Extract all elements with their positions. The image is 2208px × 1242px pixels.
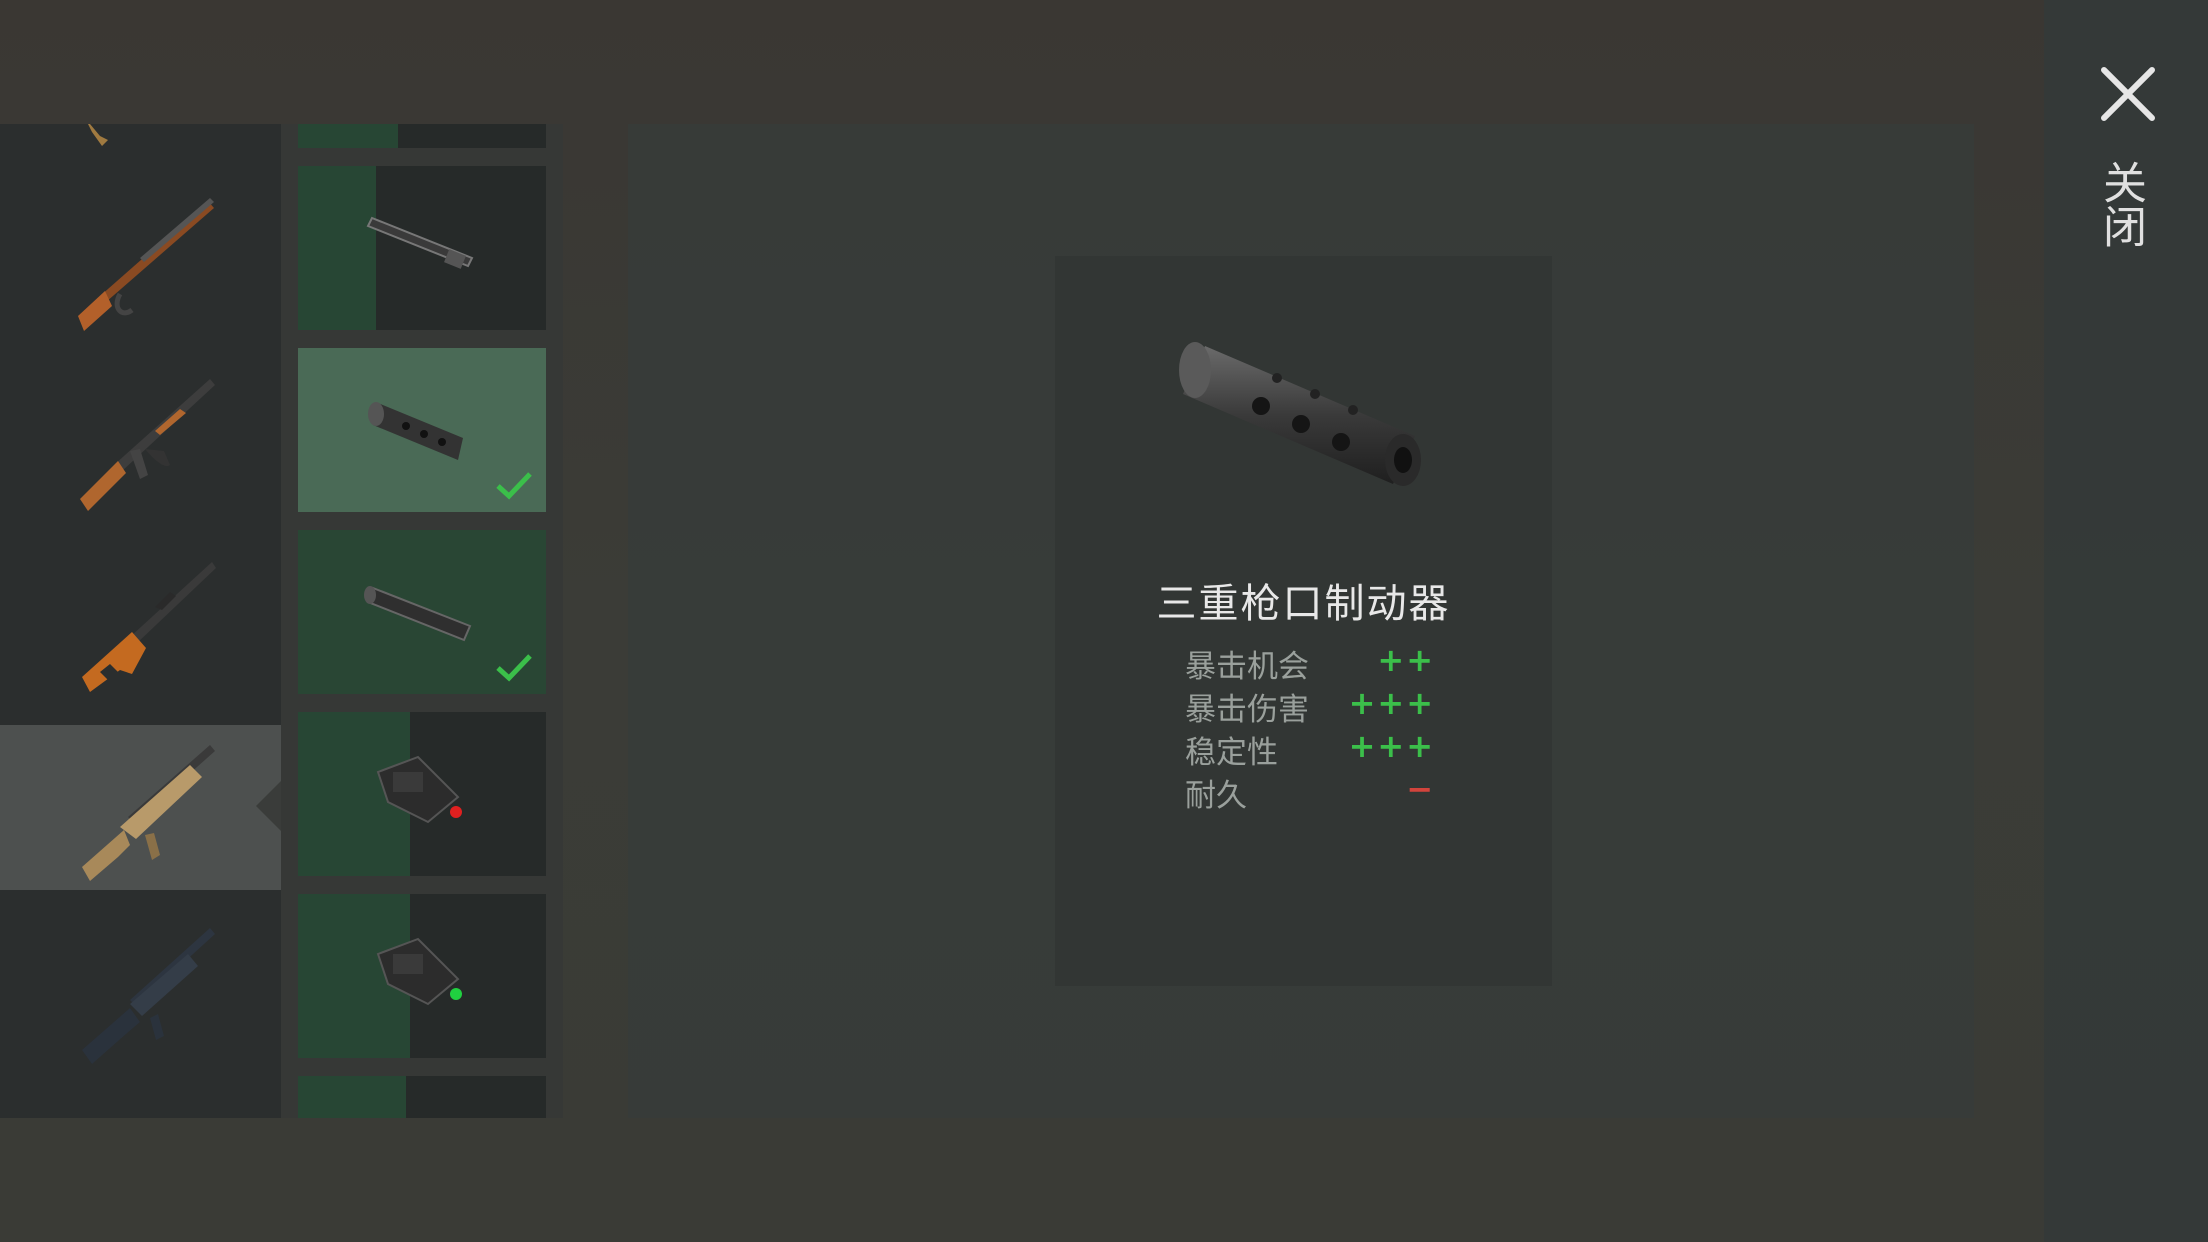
attachment-slot-barrel-rod[interactable] — [298, 166, 546, 330]
barrel-rod-icon — [366, 216, 474, 269]
weapon-slot-lever-action[interactable] — [0, 176, 281, 341]
attachment-slot-suppressor[interactable] — [298, 530, 546, 694]
weapon-slot-m16[interactable] — [0, 908, 281, 1073]
stat-row-stability: 稳定性 +++ — [1185, 727, 1435, 771]
stat-row-durability: 耐久 − — [1185, 770, 1435, 814]
suppressor-icon — [364, 586, 472, 642]
equipped-check-icon — [496, 472, 532, 500]
stat-label: 暴击机会 — [1185, 649, 1309, 685]
stat-value: +++ — [1348, 727, 1435, 765]
triple-muzzle-brake-image — [1179, 342, 1421, 486]
attachment-detail-card: 三重枪口制动器 暴击机会 ++ 暴击伤害 +++ 稳定性 +++ 耐久 − — [1055, 256, 1552, 986]
stat-label: 稳定性 — [1185, 735, 1278, 771]
equipped-check-icon — [496, 654, 532, 682]
selection-pointer — [256, 780, 282, 832]
attachment-list[interactable] — [281, 124, 563, 1118]
sniper-rifle-icon — [82, 562, 216, 692]
stat-label: 耐久 — [1185, 778, 1247, 814]
weapon-slot-scar[interactable] — [0, 725, 281, 890]
attachment-slot-red-laser[interactable] — [298, 712, 546, 876]
green-laser-sight-icon — [376, 937, 462, 1006]
stat-value: ++ — [1377, 641, 1435, 679]
stat-value: +++ — [1348, 684, 1435, 722]
attachment-slot-partial-bottom — [298, 1076, 546, 1118]
attachment-stats: 暴击机会 ++ 暴击伤害 +++ 稳定性 +++ 耐久 − — [1185, 641, 1435, 814]
stat-row-crit-damage: 暴击伤害 +++ — [1185, 684, 1435, 728]
weapon-partial-icon — [88, 124, 108, 146]
ak47-rifle-icon — [80, 379, 215, 511]
stat-row-crit-chance: 暴击机会 ++ — [1185, 641, 1435, 685]
scar-rifle-icon — [82, 745, 215, 881]
lever-action-rifle-icon — [78, 198, 214, 331]
weapon-slot-sniper[interactable] — [0, 542, 281, 707]
red-laser-sight-icon — [376, 755, 462, 824]
stat-value: − — [1406, 770, 1435, 808]
attachment-slot-triple-muzzle-brake[interactable] — [298, 348, 546, 512]
attachment-slot-partial-top — [298, 124, 546, 148]
weapon-list[interactable] — [0, 124, 281, 1118]
close-icon[interactable] — [2098, 64, 2158, 124]
close-button-label[interactable]: 关闭 — [2095, 160, 2152, 248]
attachment-slot-green-laser[interactable] — [298, 894, 546, 1058]
stat-label: 暴击伤害 — [1185, 692, 1309, 728]
triple-muzzle-brake-icon — [368, 402, 463, 460]
m16-rifle-icon — [82, 928, 215, 1064]
attachment-name: 三重枪口制动器 — [1156, 581, 1451, 627]
weapon-slot-ak47[interactable] — [0, 359, 281, 524]
